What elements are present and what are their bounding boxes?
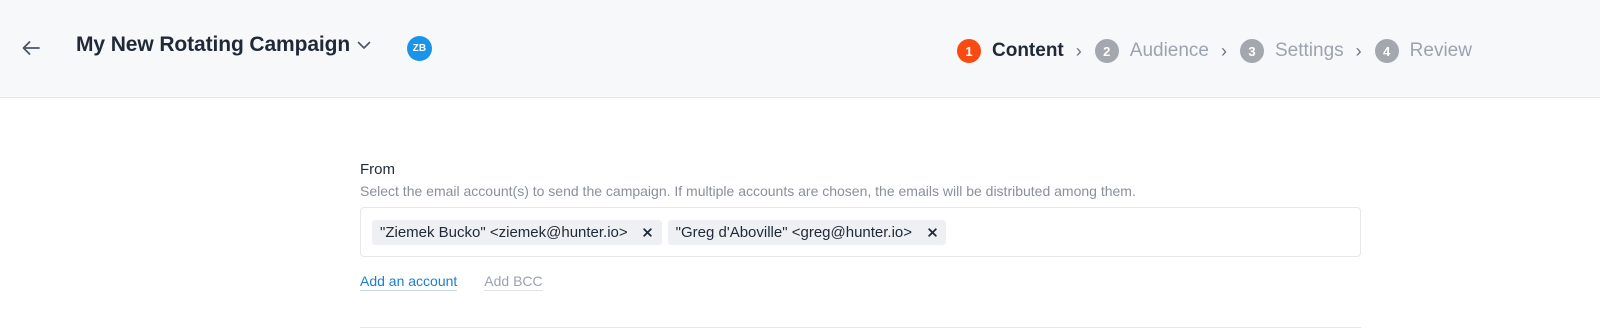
avatar[interactable]: ZB <box>407 36 432 61</box>
account-chip: "Ziemek Bucko" <ziemek@hunter.io> <box>372 219 662 245</box>
step-content[interactable]: 1 Content <box>957 39 1064 63</box>
close-icon[interactable] <box>926 226 938 238</box>
campaign-header: My New Rotating Campaign ZB 1 Content › … <box>0 0 1600 98</box>
account-chip-label: "Ziemek Bucko" <ziemek@hunter.io> <box>380 223 628 241</box>
step-review[interactable]: 4 Review <box>1374 39 1472 63</box>
campaign-stepper: 1 Content › 2 Audience › 3 Settings › 4 … <box>957 38 1472 64</box>
add-account-link[interactable]: Add an account <box>360 273 458 291</box>
account-chip-label: "Greg d'Aboville" <greg@hunter.io> <box>675 223 913 241</box>
step-label: Content <box>992 40 1064 61</box>
step-settings[interactable]: 3 Settings <box>1240 39 1344 63</box>
step-number: 3 <box>1240 39 1264 63</box>
step-label: Settings <box>1275 40 1344 61</box>
campaign-title-dropdown[interactable]: My New Rotating Campaign <box>76 33 372 57</box>
chevron-right-icon: › <box>1221 41 1227 61</box>
section-divider <box>360 327 1361 328</box>
chevron-right-icon: › <box>1355 41 1362 61</box>
arrow-left-icon <box>22 41 40 55</box>
step-label: Review <box>1409 40 1472 61</box>
account-chip: "Greg d'Aboville" <greg@hunter.io> <box>667 219 947 245</box>
from-accounts-input[interactable]: "Ziemek Bucko" <ziemek@hunter.io> "Greg … <box>360 207 1361 257</box>
step-label: Audience <box>1129 40 1209 61</box>
chevron-right-icon: › <box>1075 41 1082 61</box>
step-audience[interactable]: 2 Audience <box>1094 39 1209 63</box>
from-help-text: Select the email account(s) to send the … <box>360 183 1136 199</box>
close-icon[interactable] <box>642 226 654 238</box>
step-number: 4 <box>1374 39 1399 63</box>
from-actions: Add an account Add BCC <box>360 273 543 291</box>
from-label: From <box>360 161 395 178</box>
step-number: 2 <box>1094 39 1119 63</box>
add-bcc-link[interactable]: Add BCC <box>484 273 543 291</box>
campaign-title: My New Rotating Campaign <box>76 33 351 56</box>
back-button[interactable] <box>18 35 44 61</box>
chevron-down-icon <box>356 37 372 53</box>
step-number: 1 <box>957 39 981 63</box>
